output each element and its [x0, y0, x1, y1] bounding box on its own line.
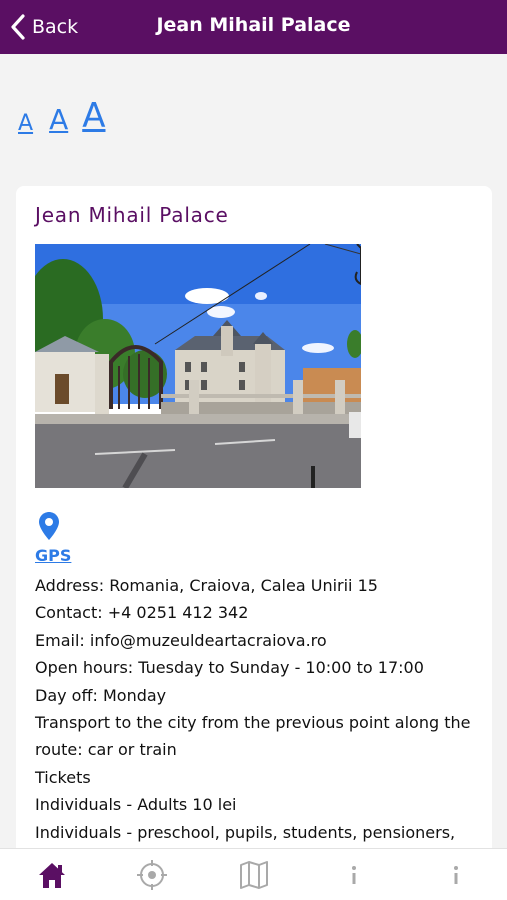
- home-icon: [39, 863, 65, 888]
- location-pin-icon[interactable]: [38, 511, 60, 541]
- poi-card: Jean Mihail Palace GPS Address: Romania,…: [16, 186, 492, 886]
- tab-info-2[interactable]: [436, 859, 476, 891]
- back-button[interactable]: Back: [10, 10, 78, 44]
- ticket-reduced-line: Individuals - preschool, pupils, student…: [35, 822, 456, 842]
- poi-info: Address: Romania, Craiova, Calea Unirii …: [35, 572, 475, 846]
- gps-link[interactable]: GPS: [35, 546, 71, 565]
- app-header: Back Jean Mihail Palace: [0, 0, 507, 54]
- font-size-small-button[interactable]: A: [18, 111, 33, 136]
- target-icon: [137, 860, 167, 890]
- poi-photo: [35, 244, 361, 488]
- open-hours-line: Open hours: Tuesday to Sunday - 10:00 to…: [35, 658, 424, 678]
- tab-map[interactable]: [234, 859, 274, 891]
- tab-home[interactable]: [32, 859, 72, 891]
- font-size-controls: A A A: [18, 96, 105, 136]
- info-icon: [454, 866, 458, 884]
- day-off-line: Day off: Monday: [35, 685, 167, 705]
- font-size-medium-button[interactable]: A: [49, 103, 68, 136]
- palace-photo: [35, 244, 361, 488]
- contact-line: Contact: +4 0251 412 342: [35, 603, 249, 623]
- email-line: Email: info@muzeuldeartacraiova.ro: [35, 630, 327, 650]
- address-line: Address: Romania, Craiova, Calea Unirii …: [35, 576, 378, 595]
- tab-locate[interactable]: [132, 859, 172, 891]
- chevron-left-icon: [11, 14, 25, 40]
- poi-title: Jean Mihail Palace: [35, 203, 229, 227]
- transport-line: Transport to the city from the previous …: [35, 713, 471, 760]
- ticket-adults-line: Individuals - Adults 10 lei: [35, 795, 237, 815]
- bottom-tab-bar: [0, 848, 507, 900]
- font-size-large-button[interactable]: A: [82, 96, 105, 136]
- info-icon: [352, 866, 356, 884]
- map-icon: [240, 861, 268, 889]
- back-label: Back: [32, 16, 79, 38]
- tab-info-1[interactable]: [334, 859, 374, 891]
- tickets-heading: Tickets: [35, 767, 91, 787]
